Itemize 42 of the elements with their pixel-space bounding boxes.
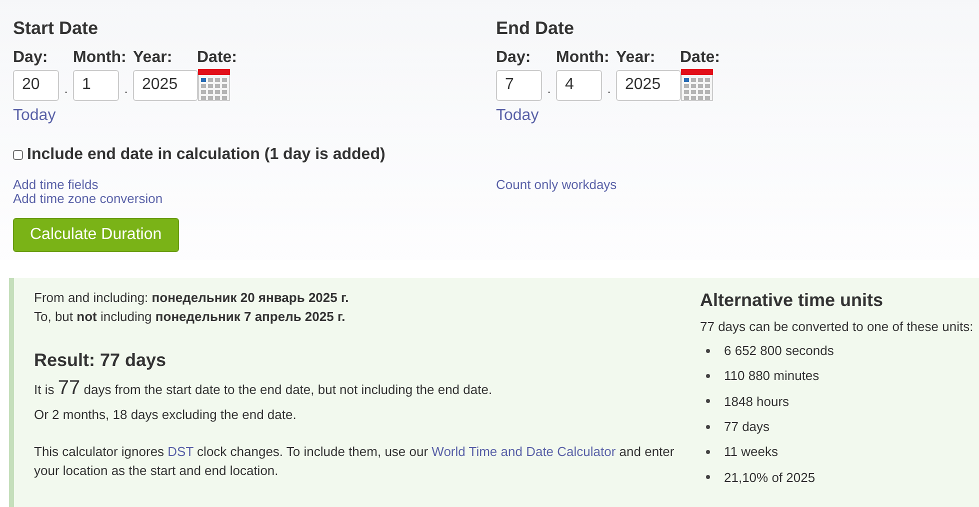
note-link[interactable]: DST <box>168 444 194 459</box>
unit-item: 6 652 800 seconds <box>724 343 834 358</box>
months-line: Or 2 months, 18 days excluding the end date. <box>34 406 298 424</box>
separator: . <box>606 81 612 96</box>
field-label: Year: <box>616 49 656 68</box>
field-label: Year: <box>133 49 174 68</box>
alternative-intro: 77 days can be converted to one of these units: <box>700 319 974 334</box>
day-input[interactable]: 7 <box>496 70 542 100</box>
section-heading: Start Date <box>13 18 100 39</box>
from-line: From and including: понедельник 20 январь 2025 г. <box>34 289 350 307</box>
today-link[interactable]: Today <box>496 107 539 125</box>
checkbox-label: Include end date in calculation (1 day is added) <box>27 146 386 164</box>
month-input[interactable]: 4 <box>556 70 602 100</box>
unit-item: 21,10% of 2025 <box>724 470 816 485</box>
result-sentence: It is 77 days from the start date to the end date, but not including the end date. <box>34 379 494 399</box>
field-label: Day: <box>496 49 532 68</box>
alternative-heading: Alternative time units <box>700 290 884 311</box>
to-line: To, but not including понедельник 7 апрель 2025 г. <box>34 308 346 326</box>
field-label: Month: <box>73 49 128 68</box>
separator: . <box>63 81 69 96</box>
option-link[interactable]: Add time fields <box>13 178 98 192</box>
option-link[interactable]: Count only workdays <box>496 178 617 192</box>
year-input[interactable]: 2025 <box>133 70 198 100</box>
field-label: Date: <box>680 49 720 68</box>
day-input[interactable]: 20 <box>13 70 59 100</box>
unit-item: 1848 hours <box>724 394 790 409</box>
field-label: Day: <box>13 49 49 68</box>
unit-item: 11 weeks <box>724 444 778 460</box>
dst-note: This calculator ignores DST clock changes. To include them, use our World Time and Date Calculator and enter your location as the start and end location. <box>34 443 676 480</box>
separator: . <box>546 81 552 96</box>
year-input[interactable]: 2025 <box>616 70 681 100</box>
unit-item: 77 days <box>724 419 770 434</box>
result-heading: Result: 77 days <box>34 350 168 371</box>
today-link[interactable]: Today <box>13 107 56 125</box>
note-link[interactable]: World Time and Date Calculator <box>432 444 616 459</box>
field-label: Date: <box>197 49 238 68</box>
field-label: Month: <box>556 49 610 68</box>
option-link[interactable]: Add time zone conversion <box>13 192 163 206</box>
separator: . <box>123 81 129 96</box>
month-input[interactable]: 1 <box>73 70 119 100</box>
section-heading: End Date <box>496 18 576 39</box>
unit-item: 110 880 minutes <box>724 368 820 384</box>
